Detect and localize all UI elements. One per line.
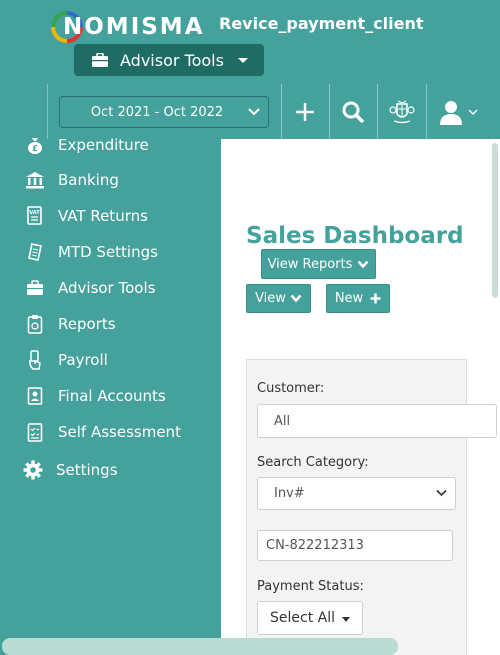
customer-value: All	[274, 413, 291, 429]
receipt-icon	[25, 242, 45, 262]
vertical-scrollbar[interactable]	[492, 143, 498, 298]
payment-status-value: Select All	[270, 610, 335, 626]
filter-panel: Customer: All Search Category: Inv# CN-8…	[246, 359, 497, 655]
advisor-tools-label: Advisor Tools	[120, 50, 224, 70]
chevron-down-icon	[357, 260, 369, 268]
main-content: Sales Dashboard View Reports View New Cu…	[221, 139, 500, 655]
client-name: Revice_payment_client	[219, 14, 424, 33]
user-menu[interactable]	[436, 97, 480, 127]
advisor-tools-button[interactable]: Advisor Tools	[74, 44, 264, 76]
customer-label: Customer:	[257, 381, 325, 396]
view-reports-label: View Reports	[267, 256, 353, 272]
payment-status-label: Payment Status:	[257, 579, 364, 594]
chevron-down-icon	[290, 294, 302, 303]
chevron-down-icon	[342, 617, 350, 622]
plus-icon[interactable]	[290, 97, 320, 127]
sidebar-item-label: Advisor Tools	[58, 279, 156, 297]
search-icon[interactable]	[338, 97, 368, 127]
plus-icon	[370, 293, 381, 304]
sidebar-item-label: Payroll	[58, 351, 108, 369]
money-bag-icon: £	[25, 135, 45, 155]
new-button[interactable]: New	[326, 284, 390, 313]
chevron-down-icon	[436, 489, 447, 497]
customer-input[interactable]: All	[257, 404, 497, 438]
view-button[interactable]: View	[246, 284, 311, 313]
sidebar-item-reports[interactable]: Reports	[25, 309, 116, 339]
date-range-value: Oct 2021 - Oct 2022	[90, 104, 224, 120]
sidebar-item-label: Settings	[56, 461, 118, 479]
svg-text:£: £	[32, 144, 38, 153]
sidebar-item-label: Reports	[58, 315, 116, 333]
payment-status-dropdown[interactable]: Select All	[257, 601, 363, 635]
toolbar-divider	[426, 84, 427, 139]
sidebar-item-final-accounts[interactable]: Final Accounts	[25, 381, 166, 411]
sidebar: £ Expenditure Banking VAT VAT Returns MT…	[0, 136, 221, 655]
sidebar-item-label: VAT Returns	[58, 207, 148, 225]
sidebar-item-label: MTD Settings	[58, 243, 158, 261]
sidebar-item-label: Final Accounts	[58, 387, 166, 405]
sidebar-item-vat-returns[interactable]: VAT VAT Returns	[25, 201, 148, 231]
search-category-label: Search Category:	[257, 455, 369, 470]
date-range-select[interactable]: Oct 2021 - Oct 2022	[59, 96, 269, 128]
search-category-select[interactable]: Inv#	[257, 477, 456, 510]
briefcase-icon	[25, 278, 45, 298]
briefcase-icon	[92, 53, 108, 67]
sidebar-item-mtd-settings[interactable]: MTD Settings	[25, 237, 158, 267]
view-label: View	[255, 291, 286, 306]
user-icon	[440, 101, 462, 125]
toolbar-divider	[329, 84, 330, 139]
sidebar-item-payroll[interactable]: Payroll	[25, 345, 108, 375]
sidebar-item-advisor-tools[interactable]: Advisor Tools	[25, 273, 155, 303]
bank-icon	[25, 170, 45, 190]
gear-icon	[22, 459, 44, 481]
svg-text:VAT: VAT	[29, 210, 40, 216]
view-reports-button[interactable]: View Reports	[261, 249, 376, 279]
crest-icon[interactable]	[387, 97, 417, 127]
sidebar-item-expenditure[interactable]: £ Expenditure	[25, 130, 149, 160]
id-card-icon	[25, 386, 45, 406]
search-input[interactable]: CN-822212313	[257, 530, 453, 561]
sidebar-item-label: Banking	[58, 171, 119, 189]
sidebar-item-label: Self Assessment	[58, 423, 181, 441]
toolbar-divider	[377, 84, 378, 139]
vat-document-icon: VAT	[25, 206, 45, 226]
toolbar-divider	[281, 84, 282, 139]
checklist-icon	[25, 422, 45, 442]
search-value: CN-822212313	[266, 538, 364, 553]
chevron-down-icon	[248, 108, 260, 116]
nomisma-logo[interactable]: NOMISMA	[51, 9, 205, 45]
search-category-value: Inv#	[274, 486, 305, 501]
logo-text: NOMISMA	[63, 14, 205, 40]
sidebar-item-self-assessment[interactable]: Self Assessment	[25, 417, 181, 447]
page-title: Sales Dashboard	[246, 223, 464, 249]
sidebar-item-banking[interactable]: Banking	[25, 165, 119, 195]
new-label: New	[334, 291, 364, 306]
sidebar-item-settings[interactable]: Settings	[22, 455, 118, 485]
sidebar-item-label: Expenditure	[58, 136, 149, 154]
chevron-down-icon	[238, 58, 248, 63]
hand-money-icon	[25, 350, 45, 370]
horizontal-scrollbar[interactable]	[2, 638, 398, 655]
clipboard-icon	[25, 314, 45, 334]
chevron-down-icon	[468, 109, 478, 115]
